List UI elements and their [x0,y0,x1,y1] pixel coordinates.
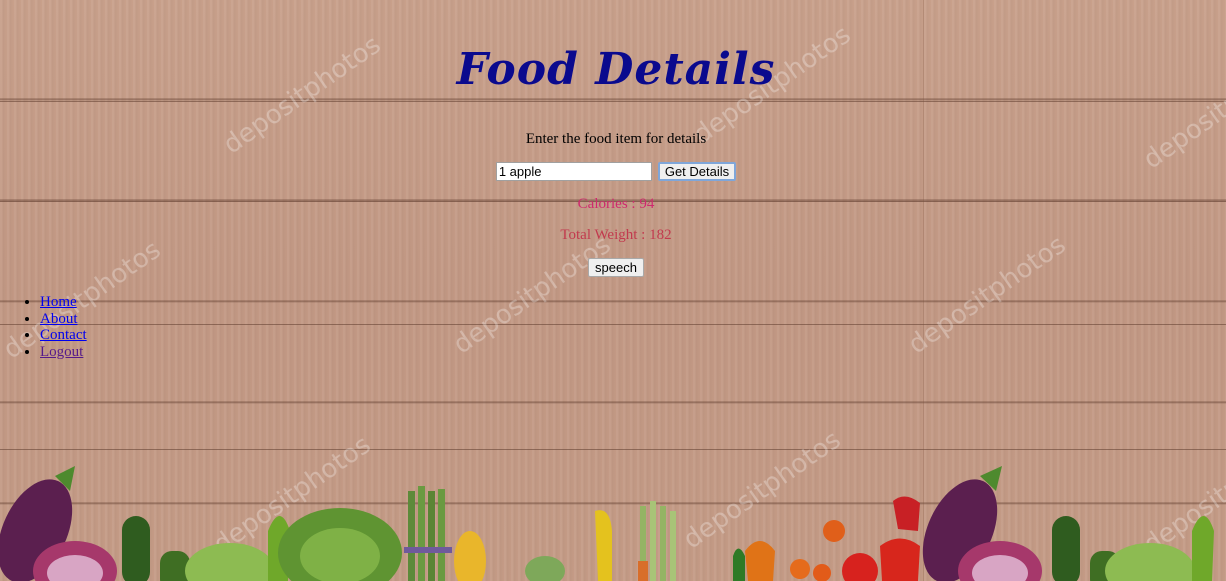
plank-divider [0,324,1226,325]
savoy-cabbage-icon [1105,543,1195,581]
nav-item-home: Home [40,294,87,311]
nav-link-home[interactable]: Home [40,294,77,310]
green-pepper-icon [1192,516,1214,581]
get-details-button[interactable]: Get Details [657,162,737,181]
cherry-tomato-icon [790,559,810,579]
speech-row: speech [0,258,1226,277]
watermark: depositphotos [903,229,1072,361]
orange-pepper-icon [745,541,775,581]
nav-link-contact[interactable]: Contact [40,327,87,343]
nav-list: Home About Contact Logout [0,294,87,360]
calories-result: Calories : 94 [577,196,655,212]
cherry-tomato-icon [813,564,831,581]
spring-onion-icon [660,506,666,581]
total-weight-result: Total Weight : 182 [560,227,672,243]
nav-link-logout[interactable]: Logout [40,344,83,360]
red-pepper-icon [893,496,920,531]
carrot-icon [638,561,648,581]
cucumber-icon [160,551,190,581]
red-pepper-icon [880,538,920,581]
asparagus-icon [408,491,415,581]
page-title: Food Details [456,44,776,95]
plank-divider [0,449,1226,450]
nav-item-contact: Contact [40,327,87,344]
tomato-icon [842,553,878,581]
leafy-green-icon [525,556,565,581]
watermark: depositphotos [448,229,617,361]
chili-icon [733,548,745,581]
page: { "page": { "title": "Food Details", "pr… [0,0,1226,581]
spring-onion-icon [650,501,656,581]
cherry-tomato-icon [823,520,845,542]
nav-link-about[interactable]: About [40,311,78,327]
vegetables-border-image [0,466,1214,581]
yellow-squash-icon [595,510,612,581]
plank-divider [0,101,1226,102]
speech-button[interactable]: speech [588,258,644,277]
asparagus-icon [418,486,425,581]
cucumber-icon [1052,516,1080,581]
asparagus-icon [438,489,445,581]
food-search-form: Get Details [0,162,1226,181]
instruction-text: Enter the food item for details [525,131,707,147]
cucumber-icon [122,516,150,581]
spring-onion-icon [670,511,676,581]
asparagus-band-icon [404,547,452,553]
asparagus-icon [428,491,435,581]
nav-item-logout: Logout [40,344,87,361]
nav-item-about: About [40,311,87,328]
food-item-input[interactable] [495,162,652,181]
savoy-cabbage-icon [185,543,275,581]
corn-icon [454,531,486,581]
